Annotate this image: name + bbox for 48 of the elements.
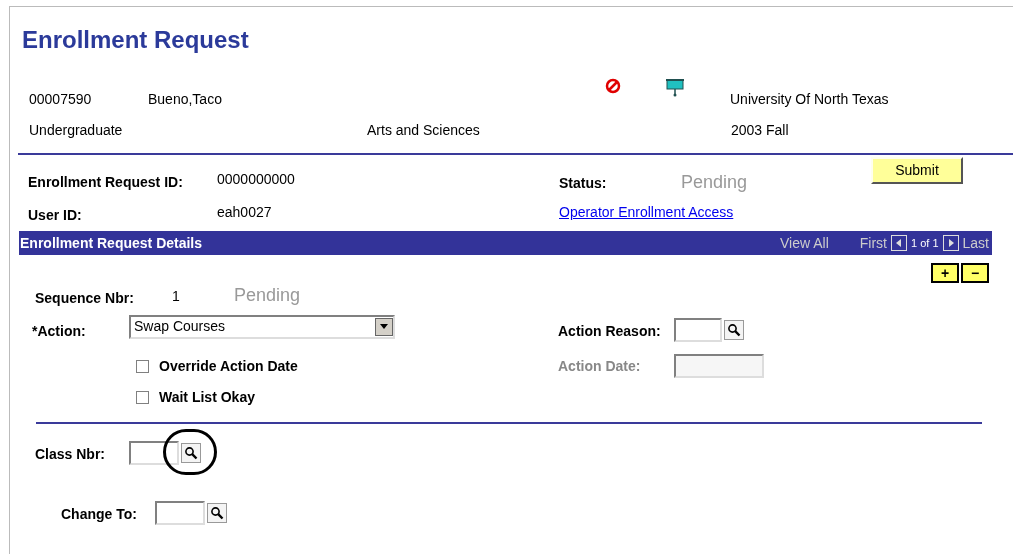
request-id-value: 0000000000 (217, 170, 296, 189)
left-triangle-icon (894, 238, 904, 248)
field-label: Change To: (61, 505, 138, 524)
user-id-value: eah0027 (217, 203, 273, 222)
checkbox-label: Wait List Okay (159, 388, 255, 407)
student-id: 00007590 (29, 90, 93, 109)
dropdown[interactable]: Swap Courses (129, 314, 395, 339)
last-label: Last (962, 233, 989, 253)
field-label: Action Date: (558, 356, 642, 376)
sequence-value: 1 (172, 287, 181, 306)
input-field[interactable] (674, 354, 764, 378)
section-title: Enrollment Request Details (20, 233, 203, 253)
input-field[interactable] (129, 440, 179, 465)
no-entry-icon (605, 78, 621, 94)
page-title: Enrollment Request (22, 25, 250, 55)
checkbox[interactable] (136, 360, 149, 373)
checkbox-label: Override Action Date (159, 357, 298, 376)
field-label: Class Nbr: (35, 445, 107, 464)
first-label: First (859, 233, 887, 253)
checkbox[interactable] (136, 391, 149, 404)
field-label: Status: (559, 174, 608, 193)
academic-program: Arts and Sciences (367, 121, 481, 140)
view-all-link[interactable]: View All (780, 232, 829, 254)
input-field[interactable] (674, 317, 722, 342)
submit-button[interactable]: Submit (871, 157, 963, 184)
institution-name: University Of North Texas (730, 90, 889, 109)
delete-row-button[interactable]: − (961, 263, 989, 283)
field-label: Enrollment Request ID: (28, 173, 184, 192)
field-label: User ID: (28, 206, 83, 225)
student-name: Bueno,Taco (148, 90, 223, 109)
next-button[interactable] (942, 235, 959, 251)
field-label: *Action: (32, 322, 87, 341)
status-value: Pending (681, 171, 748, 194)
add-row-button[interactable]: + (931, 263, 959, 283)
search-button[interactable] (207, 502, 227, 523)
caret-icon (375, 317, 393, 336)
academic-career: Undergraduate (29, 121, 124, 140)
field-label: Action Reason: (558, 322, 662, 341)
enrollment-access-link[interactable]: Operator Enrollment Access (559, 202, 734, 223)
field-label: Sequence Nbr: (35, 289, 135, 308)
input-field[interactable] (155, 500, 205, 525)
search-button[interactable] (724, 319, 744, 340)
row-count: 1 of 1 (911, 235, 939, 251)
sequence-status: Pending (234, 284, 301, 307)
term: 2003 Fall (731, 121, 789, 140)
search-button[interactable] (181, 442, 201, 463)
previous-button[interactable] (891, 235, 907, 251)
projector-screen-icon[interactable] (665, 78, 685, 98)
